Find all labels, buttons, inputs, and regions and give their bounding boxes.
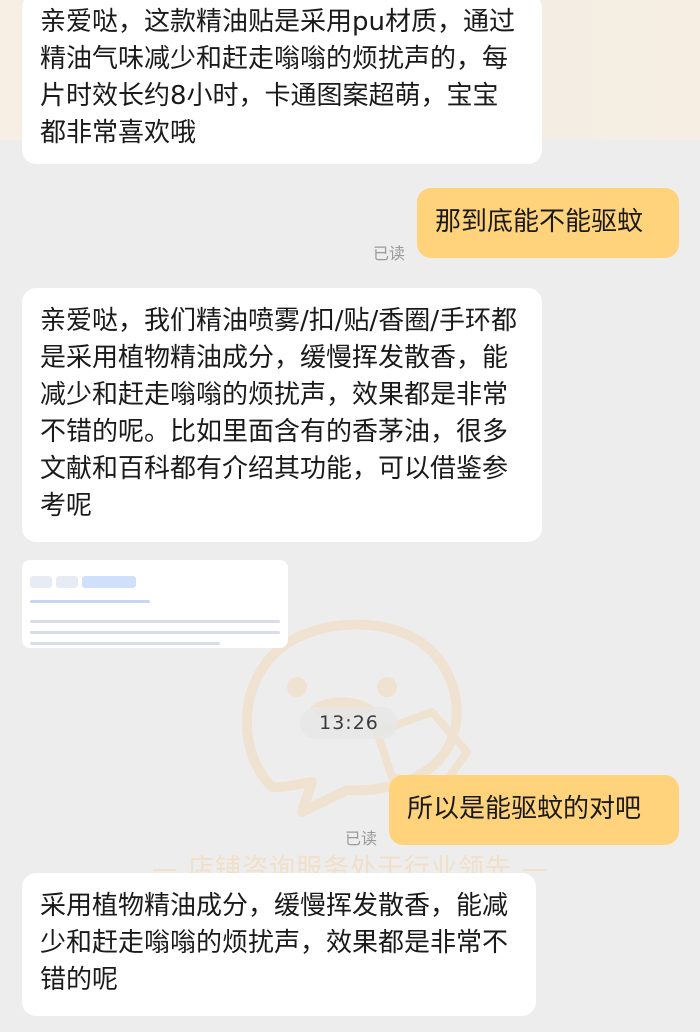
message-text: 亲爱哒，这款精油贴是采用pu材质，通过精油气味减少和赶走嗡嗡的烦扰声的，每片时效… (40, 7, 515, 148)
message-text: 亲爱哒，我们精油喷雾/扣/贴/香圈/手环都是采用植物精油成分，缓慢挥发散香，能减… (40, 306, 518, 521)
message-text: 采用植物精油成分，缓慢挥发散香，能减少和赶走嗡嗡的烦扰声，效果都是非常不错的呢 (40, 891, 509, 995)
thumbnail-tab (30, 576, 52, 588)
thumbnail-line (30, 642, 220, 645)
thumbnail-line (30, 620, 280, 623)
thumbnail-tab (82, 576, 136, 588)
time-divider: 13:26 (300, 707, 398, 739)
thumbnail-tab (56, 576, 78, 588)
received-message-bubble[interactable]: 采用植物精油成分，缓慢挥发散香，能减少和赶走嗡嗡的烦扰声，效果都是非常不错的呢 (22, 873, 536, 1016)
sent-message-bubble[interactable]: 那到底能不能驱蚊 (417, 188, 679, 258)
message-text: 那到底能不能驱蚊 (435, 207, 644, 237)
received-message-bubble[interactable]: 亲爱哒，这款精油贴是采用pu材质，通过精油气味减少和赶走嗡嗡的烦扰声的，每片时效… (22, 0, 542, 164)
image-message-thumbnail[interactable] (22, 560, 288, 648)
message-text: 所以是能驱蚊的对吧 (407, 794, 642, 824)
received-message-bubble[interactable]: 亲爱哒，我们精油喷雾/扣/贴/香圈/手环都是采用植物精油成分，缓慢挥发散香，能减… (22, 288, 542, 542)
thumbnail-line (30, 600, 150, 603)
read-status: 已读 (373, 244, 406, 263)
thumbnail-line (30, 631, 280, 634)
sent-message-bubble[interactable]: 所以是能驱蚊的对吧 (389, 775, 679, 845)
read-status: 已读 (345, 829, 378, 848)
